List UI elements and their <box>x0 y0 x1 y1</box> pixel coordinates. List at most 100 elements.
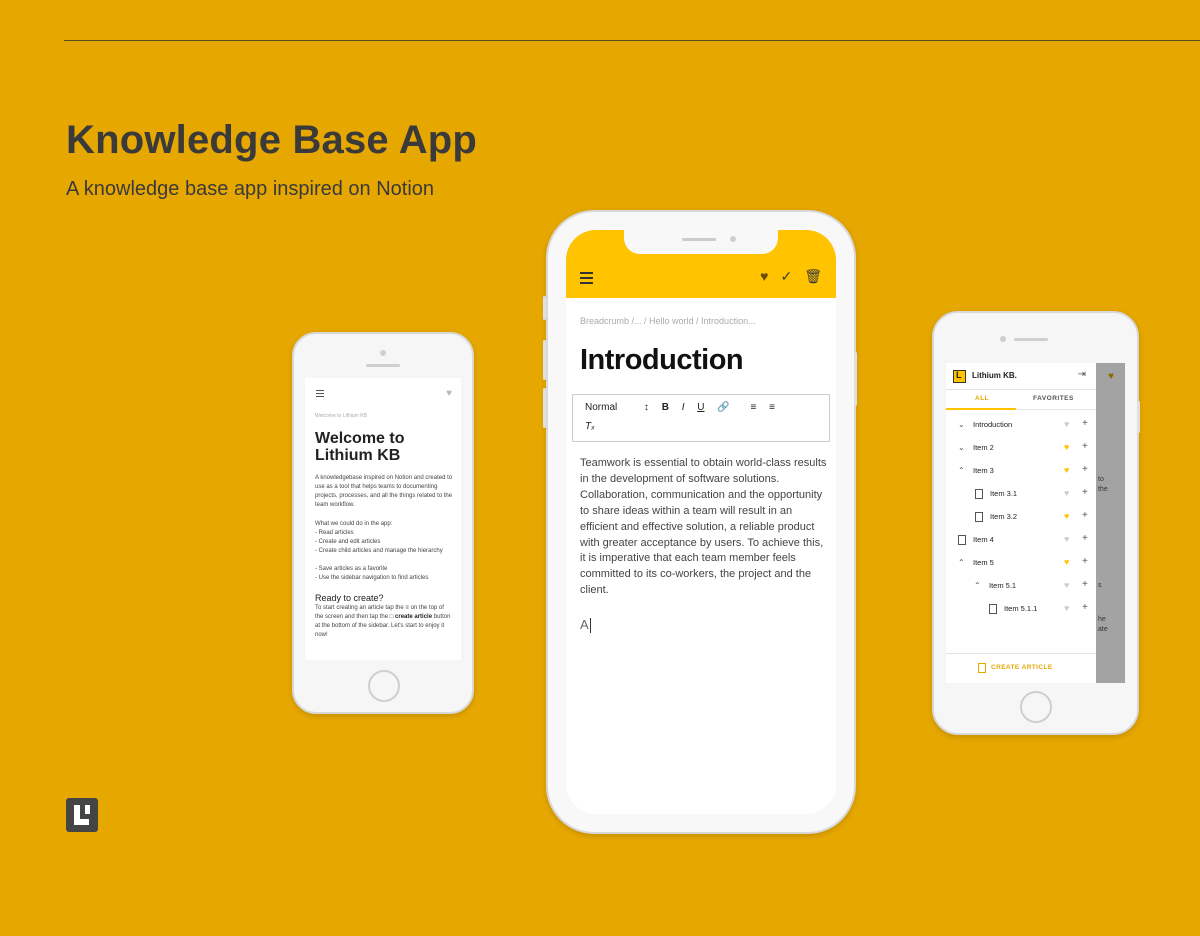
trash-icon[interactable]: 🗑 <box>804 268 822 284</box>
heart-icon[interactable]: ♥ <box>1064 603 1069 613</box>
add-icon[interactable]: + <box>1082 556 1088 567</box>
menu-icon[interactable] <box>316 390 324 399</box>
active-tab-indicator <box>946 408 1016 410</box>
phone-center: ♥ ✓ 🗑 Breadcrumb /... / Hello world / Intr… <box>543 210 857 834</box>
intro-text: A knowledgebase inspired on Notion and c… <box>315 475 453 508</box>
article-body[interactable]: Teamwork is essential to obtain world-cl… <box>580 456 828 599</box>
heart-icon[interactable]: ♥ <box>1064 442 1069 452</box>
list-item: - Use the sidebar navigation to find art… <box>315 575 429 581</box>
create-article-button[interactable]: CREATE ARTICLE <box>991 664 1053 671</box>
heart-icon[interactable]: ♥ <box>446 388 452 399</box>
tree-item[interactable]: ⌄ Introduction ♥ + <box>946 417 1096 435</box>
speaker <box>366 364 400 367</box>
ready-text: To start creating an article tap the ≡ o… <box>315 605 451 638</box>
backdrop-overlay[interactable] <box>1096 363 1125 683</box>
chevron-up-icon[interactable]: ⌃ <box>974 581 981 590</box>
front-camera <box>380 350 386 356</box>
sidebar-footer: CREATE ARTICLE <box>946 653 1096 683</box>
clear-format-icon[interactable]: Tₓ <box>585 421 595 432</box>
heart-icon: ♥ <box>1108 371 1114 382</box>
tree-item[interactable]: Item 4 ♥ + <box>946 532 1096 550</box>
notch <box>624 230 778 254</box>
ready-heading: Ready to create? <box>315 593 384 603</box>
sidebar-panel: Lithium KB. ⇥ ALL FAVORITES ⌄ Introducti… <box>946 363 1096 683</box>
welcome-screen: ♥ Welcome to Lithium KB Welcome to Lithi… <box>305 378 461 660</box>
sidebar-tabs: ALL FAVORITES <box>946 391 1096 410</box>
check-icon[interactable]: ✓ <box>780 268 792 284</box>
tree-item[interactable]: ⌃ Item 3 ♥ + <box>946 463 1096 481</box>
list-item: - Create and edit articles <box>315 539 381 545</box>
menu-icon[interactable] <box>580 272 593 287</box>
overlay-text: s <box>1098 582 1102 589</box>
tree-item[interactable]: ⌄ Item 2 ♥ + <box>946 440 1096 458</box>
phone-left: ♥ Welcome to Lithium KB Welcome to Lithi… <box>292 332 474 714</box>
heart-icon[interactable]: ♥ <box>760 268 768 284</box>
heart-icon[interactable]: ♥ <box>1064 488 1069 498</box>
app-name: Lithium KB. <box>972 371 1017 380</box>
list-item: - Read articles <box>315 530 354 536</box>
link-icon[interactable]: 🔗 <box>717 402 729 413</box>
menu-icon: ≡ <box>405 605 409 611</box>
doc-icon <box>958 535 966 545</box>
doc-icon <box>975 489 983 499</box>
overlay-text: ate <box>1098 626 1108 633</box>
add-icon[interactable]: + <box>1082 441 1088 452</box>
divider-line <box>64 40 1200 41</box>
heart-icon[interactable]: ♥ <box>1064 465 1069 475</box>
heart-icon[interactable]: ♥ <box>1064 511 1069 521</box>
doc-icon: □ <box>389 614 394 620</box>
home-button[interactable] <box>368 670 400 702</box>
sidebar-header: Lithium KB. ⇥ <box>946 363 1096 390</box>
bold-icon[interactable]: B <box>662 402 669 413</box>
format-select[interactable]: Normal ↕ <box>585 402 649 413</box>
add-icon[interactable]: + <box>1082 510 1088 521</box>
page-title: Knowledge Base App <box>66 118 478 162</box>
chevron-down-icon[interactable]: ⌄ <box>958 420 965 429</box>
heart-icon[interactable]: ♥ <box>1064 534 1069 544</box>
italic-icon[interactable]: I <box>682 402 685 413</box>
speaker <box>1014 338 1048 341</box>
heart-icon[interactable]: ♥ <box>1064 580 1069 590</box>
lithium-logo <box>66 798 98 832</box>
add-icon[interactable]: + <box>1082 533 1088 544</box>
chevron-down-icon[interactable]: ⌄ <box>958 443 965 452</box>
tab-favorites[interactable]: FAVORITES <box>1033 395 1074 402</box>
editor-toolbar: Normal ↕ B I U 🔗 ≡ ≡ Tₓ <box>572 394 830 442</box>
article-title[interactable]: Introduction <box>580 344 744 377</box>
heart-icon[interactable]: ♥ <box>1064 557 1069 567</box>
tree-item[interactable]: ⌃ Item 5.1 ♥ + <box>946 578 1096 596</box>
tree-item[interactable]: Item 3.2 ♥ + <box>946 509 1096 527</box>
list-item: - Save articles as a favorite <box>315 566 388 572</box>
breadcrumb[interactable]: Breadcrumb /... / Hello world / Introduc… <box>580 316 756 326</box>
chevron-up-icon[interactable]: ⌃ <box>958 558 965 567</box>
tree-item[interactable]: Item 3.1 ♥ + <box>946 486 1096 504</box>
doc-icon <box>975 512 983 522</box>
chevron-up-icon[interactable]: ⌃ <box>958 466 965 475</box>
add-icon[interactable]: + <box>1082 464 1088 475</box>
app-logo <box>953 370 966 383</box>
typing-line[interactable]: A <box>580 617 591 633</box>
article-title: Welcome to Lithium KB <box>315 430 405 464</box>
add-icon[interactable]: + <box>1082 487 1088 498</box>
bullet-list-icon[interactable]: ≡ <box>769 402 775 413</box>
doc-icon <box>989 604 997 614</box>
ordered-list-icon[interactable]: ≡ <box>751 402 757 413</box>
tree-item[interactable]: ⌃ Item 5 ♥ + <box>946 555 1096 573</box>
page-subtitle: A knowledge base app inspired on Notion <box>66 178 435 200</box>
overlay-text: the <box>1098 486 1108 493</box>
home-button[interactable] <box>1020 691 1052 723</box>
underline-icon[interactable]: U <box>697 402 704 413</box>
tab-all[interactable]: ALL <box>975 395 989 402</box>
tree-item[interactable]: Item 5.1.1 ♥ + <box>946 601 1096 619</box>
heart-icon[interactable]: ♥ <box>1064 419 1069 429</box>
doc-add-icon <box>978 663 986 673</box>
add-icon[interactable]: + <box>1082 602 1088 613</box>
breadcrumb[interactable]: Welcome to Lithium KB <box>315 413 367 419</box>
exit-icon[interactable]: ⇥ <box>1078 369 1086 380</box>
overlay-text: to <box>1098 476 1104 483</box>
add-icon[interactable]: + <box>1082 579 1088 590</box>
front-camera <box>1000 336 1006 342</box>
add-icon[interactable]: + <box>1082 418 1088 429</box>
editor-screen: ♥ ✓ 🗑 Breadcrumb /... / Hello world / Intr… <box>566 230 836 814</box>
phone-right: ♥ to the s he ate Lithium KB. ⇥ ALL FAVO… <box>932 311 1140 735</box>
